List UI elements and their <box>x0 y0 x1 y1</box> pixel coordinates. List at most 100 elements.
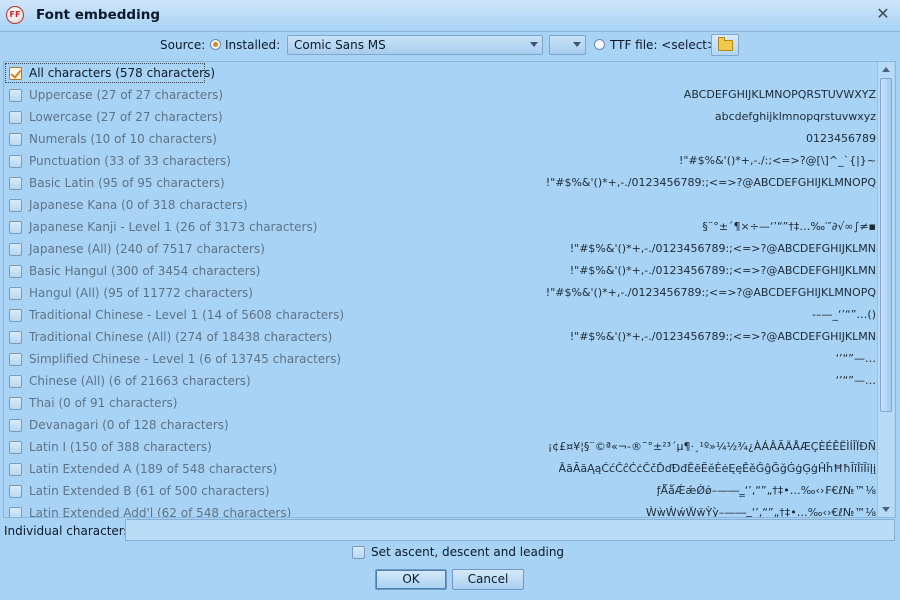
charset-row[interactable]: Japanese (All) (240 of 7517 characters)!… <box>4 238 878 260</box>
charset-checkbox[interactable] <box>9 221 22 234</box>
charset-list[interactable]: All characters (578 characters) Uppercase… <box>3 61 896 518</box>
source-label: Source: <box>160 38 206 52</box>
charset-row[interactable]: Uppercase (27 of 27 characters) ABCDEFGHI… <box>4 84 878 106</box>
ok-button[interactable]: OK <box>375 569 447 590</box>
charset-checkbox[interactable] <box>9 419 22 432</box>
chevron-down-icon <box>530 42 538 47</box>
list-scrollbar[interactable] <box>877 62 894 517</box>
charset-checkbox[interactable] <box>9 331 22 344</box>
cancel-button[interactable]: Cancel <box>452 569 524 590</box>
charset-checkbox[interactable] <box>9 155 22 168</box>
charset-label: Latin Extended Add'l (62 of 548 characte… <box>29 506 292 518</box>
charset-label: All characters (578 characters) <box>29 66 216 80</box>
scroll-down-icon[interactable] <box>882 507 890 512</box>
charset-label: Punctuation (33 of 33 characters) <box>29 154 231 168</box>
title-bar: FF Font embedding ✕ <box>0 0 900 32</box>
charset-label: Chinese (All) (6 of 21663 characters) <box>29 374 251 388</box>
charset-checkbox[interactable] <box>9 265 22 278</box>
style-select[interactable] <box>549 35 586 55</box>
charset-sample: !"#$%&'()*+,-./0123456789:;<=>?@ABCDEFGH… <box>569 264 876 277</box>
charset-checkbox[interactable] <box>9 133 22 146</box>
close-icon[interactable]: ✕ <box>874 5 892 23</box>
charset-checkbox[interactable] <box>9 309 22 322</box>
charset-sample: ¡¢£¤¥¦§¨©ª«¬-®¯°±²³´µ¶·¸¹º»¼½¾¿ÀÁÂÃÄÅÆÇÈ… <box>547 440 876 453</box>
charset-checkbox[interactable] <box>9 287 22 300</box>
charset-checkbox[interactable] <box>9 67 22 80</box>
charset-row[interactable]: Numerals (10 of 10 characters) 0123456789 <box>4 128 878 150</box>
individual-characters-input[interactable] <box>125 519 895 541</box>
charset-label: Latin Extended A (189 of 548 characters) <box>29 462 278 476</box>
charset-row[interactable]: Devanagari (0 of 128 characters) <box>4 414 878 436</box>
charset-label: Simplified Chinese - Level 1 (6 of 13745… <box>29 352 342 366</box>
charset-sample: ‘’“”—… <box>835 352 876 365</box>
charset-row[interactable]: Basic Hangul (300 of 3454 characters) !"#… <box>4 260 878 282</box>
charset-checkbox[interactable] <box>9 243 22 256</box>
charset-sample: !"#$%&'()*+,-./0123456789:;<=>?@ABCDEFGH… <box>545 176 876 189</box>
charset-sample: 0123456789 <box>806 132 876 145</box>
charset-label: Latin Extended B (61 of 500 characters) <box>29 484 270 498</box>
charset-sample: ĀāĂăĄąĆćĈĉĊċČčĎďĐđĒēĔĕĖėĘęĚěĜĝĞğĠġĢģĤĥĦħ… <box>558 462 876 475</box>
charset-label: Traditional Chinese - Level 1 (14 of 560… <box>29 308 345 322</box>
charset-row[interactable]: Japanese Kanji - Level 1 (26 of 3173 cha… <box>4 216 878 238</box>
charset-label: Traditional Chinese (All) (274 of 18438 … <box>29 330 333 344</box>
ttf-file-label: TTF file: <select> <box>610 38 718 52</box>
charset-sample: !"#$%&'()*+,-./:;<=>?@[\]^_`{|}~ <box>678 154 876 167</box>
charset-checkbox[interactable] <box>9 463 22 476</box>
charset-row[interactable]: Japanese Kana (0 of 318 characters) <box>4 194 878 216</box>
charset-row[interactable]: Lowercase (27 of 27 characters) abcdefghi… <box>4 106 878 128</box>
charset-row[interactable]: Punctuation (33 of 33 characters) !"#$%&'… <box>4 150 878 172</box>
charset-row[interactable]: Latin Extended A (189 of 548 characters)… <box>4 458 878 480</box>
charset-label: Japanese Kanji - Level 1 (26 of 3173 cha… <box>29 220 318 234</box>
charset-checkbox[interactable] <box>9 353 22 366</box>
charset-row[interactable]: Traditional Chinese - Level 1 (14 of 560… <box>4 304 878 326</box>
charset-row[interactable]: Basic Latin (95 of 95 characters) !"#$%&'… <box>4 172 878 194</box>
charset-label: Devanagari (0 of 128 characters) <box>29 418 229 432</box>
charset-checkbox[interactable] <box>9 199 22 212</box>
charset-checkbox[interactable] <box>9 177 22 190</box>
charset-label: Lowercase (27 of 27 characters) <box>29 110 223 124</box>
ascent-label: Set ascent, descent and leading <box>371 545 565 559</box>
charset-checkbox[interactable] <box>9 375 22 388</box>
charset-row[interactable]: Simplified Chinese - Level 1 (6 of 13745… <box>4 348 878 370</box>
charset-checkbox[interactable] <box>9 441 22 454</box>
charset-sample: ƒǺǻǼǽǾǿ–—―‗‘’‚“”„†‡•…‰‹›₣€ℓ№™⅛ <box>656 484 876 497</box>
charset-checkbox[interactable] <box>9 485 22 498</box>
font-select-value: Comic Sans MS <box>294 38 386 52</box>
charset-sample: ẀẁẂẃẄẅỲỳ–—―‗‘’‚“”„†‡•…‰‹›€ℓ№™⅛ <box>645 506 876 518</box>
charset-checkbox[interactable] <box>9 89 22 102</box>
ascent-checkbox[interactable] <box>352 546 365 559</box>
scrollbar-thumb[interactable] <box>880 78 892 412</box>
charset-sample: §¨°±´¶×÷—‘’“”†‡…‰′″∂√∞∫≠▪ <box>702 220 876 233</box>
folder-icon <box>718 37 733 51</box>
charset-row[interactable]: Latin Extended B (61 of 500 characters) ƒ… <box>4 480 878 502</box>
charset-label: Japanese (All) (240 of 7517 characters) <box>29 242 265 256</box>
charset-sample: ‘’“”—… <box>835 374 876 387</box>
window-title: Font embedding <box>36 7 160 23</box>
font-select[interactable]: Comic Sans MS <box>287 35 543 55</box>
charset-sample: abcdefghijklmnopqrstuvwxyz <box>714 110 876 123</box>
charset-sample: !"#$%&'()*+,-./0123456789:;<=>?@ABCDEFGH… <box>545 286 876 299</box>
charset-checkbox[interactable] <box>9 397 22 410</box>
charset-sample: !"#$%&'()*+,-./0123456789:;<=>?@ABCDEFGH… <box>569 330 876 343</box>
charset-row[interactable]: Latin Extended Add'l (62 of 548 characte… <box>4 502 878 518</box>
charset-sample: -–—_‘’“”…() <box>812 308 876 321</box>
charset-label: Japanese Kana (0 of 318 characters) <box>29 198 248 212</box>
charset-row[interactable]: All characters (578 characters) <box>4 62 878 84</box>
ttf-radio[interactable] <box>594 39 605 50</box>
charset-row[interactable]: Hangul (All) (95 of 11772 characters) !"#… <box>4 282 878 304</box>
browse-folder-button[interactable] <box>711 34 739 56</box>
app-icon: FF <box>6 6 24 24</box>
charset-row[interactable]: Thai (0 of 91 characters) <box>4 392 878 414</box>
charset-row[interactable]: Traditional Chinese (All) (274 of 18438 … <box>4 326 878 348</box>
charset-checkbox[interactable] <box>9 111 22 124</box>
scroll-up-icon[interactable] <box>882 67 890 72</box>
charset-row[interactable]: Latin I (150 of 388 characters) ¡¢£¤¥¦§¨©… <box>4 436 878 458</box>
charset-label: Uppercase (27 of 27 characters) <box>29 88 224 102</box>
charset-sample: !"#$%&'()*+,-./0123456789:;<=>?@ABCDEFGH… <box>569 242 876 255</box>
charset-checkbox[interactable] <box>9 507 22 517</box>
charset-row[interactable]: Chinese (All) (6 of 21663 characters) ‘’“… <box>4 370 878 392</box>
installed-radio[interactable] <box>210 39 221 50</box>
charset-label: Thai (0 of 91 characters) <box>29 396 178 410</box>
charset-sample: ABCDEFGHIJKLMNOPQRSTUVWXYZ <box>683 88 876 101</box>
charset-label: Numerals (10 of 10 characters) <box>29 132 217 146</box>
